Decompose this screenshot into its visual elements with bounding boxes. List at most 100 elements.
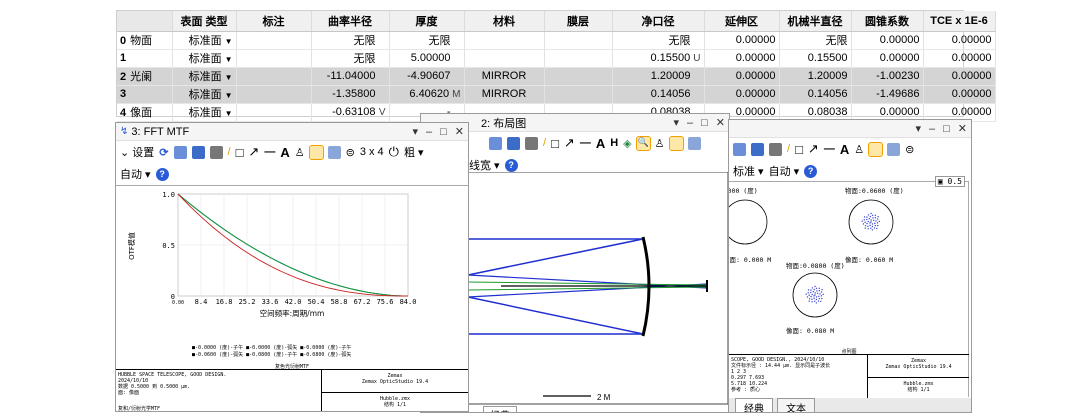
line-icon[interactable]: — bbox=[264, 146, 275, 158]
mech-semi-dia-cell[interactable]: 0.14056 bbox=[779, 85, 852, 104]
refresh-icon[interactable]: ⟳ bbox=[159, 146, 168, 159]
chevron-down-icon[interactable]: ▼ bbox=[225, 37, 233, 46]
minimize-icon[interactable]: – bbox=[426, 126, 432, 138]
lock-icon[interactable]: ♙ bbox=[854, 143, 864, 156]
arrow-icon[interactable]: ↗ bbox=[248, 144, 259, 160]
text-icon[interactable]: A bbox=[280, 145, 289, 160]
window-icon[interactable] bbox=[327, 145, 341, 159]
pencil-icon[interactable]: / bbox=[543, 137, 546, 149]
header-radius[interactable]: 曲率半径 bbox=[311, 11, 390, 32]
comment-cell[interactable] bbox=[236, 49, 312, 68]
header-comment[interactable]: 标注 bbox=[236, 11, 312, 32]
power-icon[interactable]: ⏻ bbox=[389, 144, 399, 160]
material-cell[interactable]: MIRROR bbox=[464, 85, 545, 104]
rotate-icon[interactable]: ◈ bbox=[623, 137, 631, 150]
solve-flag[interactable]: U bbox=[693, 53, 700, 64]
radius-cell[interactable]: 无限 bbox=[311, 49, 390, 68]
radius-cell[interactable]: -0.63108 V bbox=[311, 103, 390, 122]
table-row[interactable]: 2 光阑 标准面 ▼ -11.04000 -4.90607 MIRROR 1.20009 0.0… bbox=[117, 67, 996, 86]
auto-dropdown[interactable]: 自动 ▾ bbox=[769, 163, 800, 179]
chevron-down-icon[interactable]: ▼ bbox=[225, 91, 233, 100]
arrow-icon[interactable]: ↗ bbox=[564, 135, 575, 151]
tce-cell[interactable]: 0.00000 bbox=[923, 85, 996, 104]
print-icon[interactable] bbox=[769, 142, 782, 156]
surface-type-dropdown[interactable]: 标准面 ▼ bbox=[172, 49, 237, 68]
header-coating[interactable]: 膜层 bbox=[544, 11, 613, 32]
surface-type-dropdown[interactable]: 标准面 ▼ bbox=[172, 85, 237, 104]
corner-cell[interactable] bbox=[117, 11, 173, 32]
surface-type-dropdown[interactable]: 标准面 ▼ bbox=[172, 31, 237, 50]
mech-semi-dia-cell[interactable]: 0.15500 bbox=[779, 49, 852, 68]
save-icon[interactable] bbox=[507, 136, 520, 150]
comment-cell[interactable] bbox=[236, 85, 312, 104]
comment-cell[interactable] bbox=[236, 67, 312, 86]
text-icon[interactable]: A bbox=[840, 142, 849, 157]
thickness-cell[interactable]: 6.40620 M bbox=[389, 85, 465, 104]
table-row[interactable]: 1 标准面 ▼ 无限 5.00000 0.15500 U 0.00000 0.15500 0.00… bbox=[117, 49, 996, 68]
material-cell[interactable]: MIRROR bbox=[464, 67, 545, 86]
chip-zone-cell[interactable]: 0.00000 bbox=[704, 67, 780, 86]
conic-cell[interactable]: -1.00230 bbox=[851, 67, 924, 86]
chip-zone-cell[interactable]: 0.00000 bbox=[704, 49, 780, 68]
copy-icon[interactable] bbox=[733, 142, 746, 156]
header-chip-zone[interactable]: 延伸区 bbox=[704, 11, 780, 32]
grid-size-dropdown[interactable]: 3 x 4 bbox=[360, 146, 384, 158]
mtf-titlebar[interactable]: ↯ 3: FFT MTF ▾ – □ ✕ bbox=[116, 123, 468, 141]
comment-cell[interactable] bbox=[236, 31, 312, 50]
header-conic[interactable]: 圆锥系数 bbox=[851, 11, 924, 32]
header-mech-semi-dia[interactable]: 机械半直径 bbox=[779, 11, 852, 32]
grid-icon[interactable] bbox=[868, 141, 884, 157]
help-icon[interactable]: ? bbox=[155, 167, 169, 181]
spot-titlebar[interactable]: ▾ – □ ✕ bbox=[729, 120, 971, 138]
header-material[interactable]: 材料 bbox=[464, 11, 545, 32]
mech-semi-dia-cell[interactable]: 无限 bbox=[779, 31, 852, 50]
row-index[interactable]: 3 bbox=[117, 85, 173, 104]
zoom-icon[interactable]: 🔍 bbox=[635, 135, 651, 151]
radius-cell[interactable]: -1.35800 bbox=[311, 85, 390, 104]
tce-cell[interactable]: 0.00000 bbox=[923, 67, 996, 86]
grid-icon[interactable] bbox=[668, 135, 684, 151]
clear-semi-dia-cell[interactable]: 0.15500 U bbox=[612, 49, 705, 68]
text-icon[interactable]: A bbox=[596, 136, 605, 151]
pencil-icon[interactable]: / bbox=[787, 143, 790, 155]
header-thickness[interactable]: 厚度 bbox=[389, 11, 465, 32]
material-cell[interactable] bbox=[464, 49, 545, 68]
lock-icon[interactable]: ♙ bbox=[655, 137, 665, 150]
solve-flag[interactable]: M bbox=[452, 89, 460, 100]
mech-semi-dia-cell[interactable]: 1.20009 bbox=[779, 67, 852, 86]
chevron-down-icon[interactable]: ▼ bbox=[225, 55, 233, 64]
bold-dropdown[interactable]: 粗 ▾ bbox=[404, 144, 424, 160]
grid-icon[interactable] bbox=[308, 144, 324, 160]
header-clear-semi-dia[interactable]: 净口径 bbox=[612, 11, 705, 32]
table-row[interactable]: 3 标准面 ▼ -1.35800 6.40620 M MIRROR 0.14056 0.0000… bbox=[117, 85, 996, 104]
dimension-icon[interactable]: H bbox=[610, 137, 618, 149]
clear-semi-dia-cell[interactable]: 0.14056 bbox=[612, 85, 705, 104]
minimize-icon[interactable]: – bbox=[929, 123, 935, 135]
layout-tab[interactable]: 经典 bbox=[483, 406, 517, 412]
thickness-cell[interactable]: 无限 bbox=[389, 31, 465, 50]
conic-cell[interactable]: -1.49686 bbox=[851, 85, 924, 104]
row-index[interactable]: 2 光阑 bbox=[117, 67, 173, 86]
arrow-icon[interactable]: ↗ bbox=[808, 141, 819, 157]
help-icon[interactable]: ? bbox=[804, 164, 818, 178]
coating-cell[interactable] bbox=[544, 85, 613, 104]
pencil-icon[interactable]: / bbox=[228, 146, 231, 158]
rectangle-icon[interactable]: □ bbox=[236, 145, 244, 160]
dropdown-icon[interactable]: ▾ bbox=[915, 122, 921, 135]
comment-cell[interactable] bbox=[236, 103, 312, 122]
table-row[interactable]: 0 物面 标准面 ▼ 无限 无限 无限 0.00000 无限 0.00000 0.00000 bbox=[117, 31, 996, 50]
maximize-icon[interactable]: □ bbox=[943, 123, 950, 135]
chip-zone-cell[interactable]: 0.00000 bbox=[704, 31, 780, 50]
chevron-down-icon[interactable]: ▼ bbox=[225, 109, 233, 118]
coating-cell[interactable] bbox=[544, 67, 613, 86]
tab-text[interactable]: 文本 bbox=[777, 398, 815, 412]
lock-icon[interactable]: ♙ bbox=[295, 146, 305, 159]
auto-dropdown[interactable]: 自动 ▾ bbox=[120, 166, 151, 182]
chevron-down-icon[interactable]: ▼ bbox=[225, 73, 233, 82]
material-cell[interactable] bbox=[464, 31, 545, 50]
maximize-icon[interactable]: □ bbox=[701, 117, 708, 129]
copy-icon[interactable] bbox=[173, 145, 187, 159]
tce-cell[interactable]: 0.00000 bbox=[923, 49, 996, 68]
window-icon[interactable] bbox=[887, 142, 901, 156]
conic-cell[interactable]: 0.00000 bbox=[851, 31, 924, 50]
